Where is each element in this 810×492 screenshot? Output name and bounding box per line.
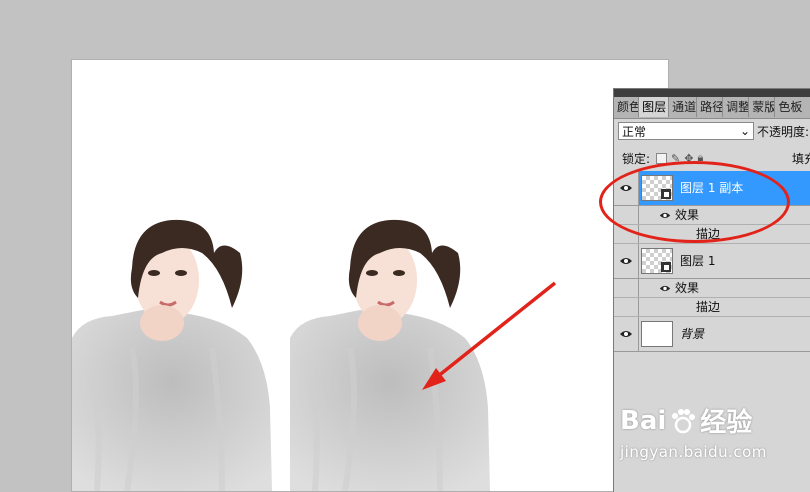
- watermark-logo: Bai 经验: [620, 402, 806, 439]
- watermark-brand-2: 经验: [700, 408, 753, 438]
- watermark-url: jingyan.baidu.com: [620, 443, 767, 461]
- paw-icon: [672, 408, 696, 433]
- watermark-brand: Bai: [620, 405, 667, 436]
- baidu-jingyan-watermark: Bai 经验 jingyan.baidu.com: [620, 402, 806, 482]
